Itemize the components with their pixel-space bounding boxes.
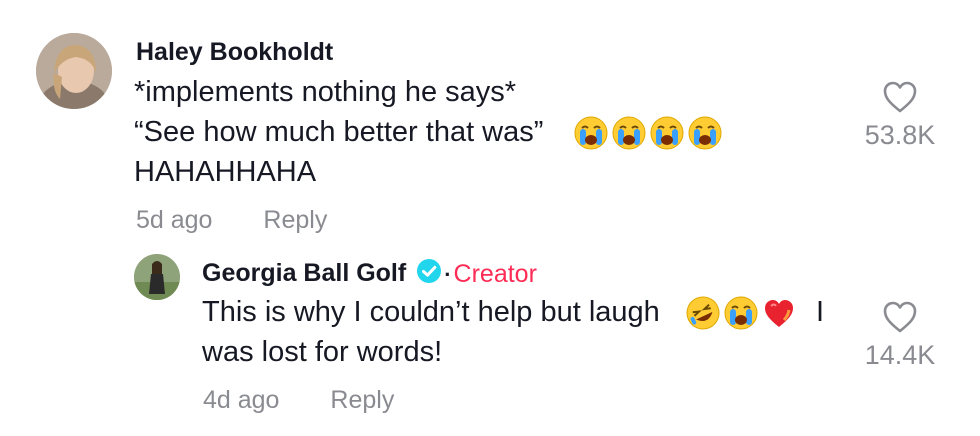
like-count: 14.4K	[864, 340, 936, 370]
reply-timestamp: 4d ago	[203, 386, 280, 414]
like-button[interactable]: 53.8K	[845, 80, 955, 151]
loudly-crying-face-icon	[724, 296, 758, 330]
avatar[interactable]	[134, 254, 180, 300]
comment-item: Haley Bookholdt *implements nothing he s…	[0, 0, 980, 250]
comment-text-line: HAHAHHAHA	[134, 156, 317, 188]
loudly-crying-face-icon	[612, 116, 646, 150]
avatar-image	[134, 254, 180, 300]
reply-text: This is why I couldn’t help but laugh I …	[202, 292, 824, 372]
reply-button[interactable]: Reply	[330, 386, 394, 414]
separator-dot: ·	[444, 261, 452, 287]
like-count: 53.8K	[864, 120, 936, 150]
reply-button[interactable]: Reply	[263, 206, 327, 234]
comment-text-line: “See how much better that was”	[134, 112, 726, 152]
comment-text-span: “See how much better that was”	[134, 116, 544, 148]
reply-username-row: Georgia Ball Golf ·Creator	[202, 258, 537, 291]
heart-outline-icon[interactable]	[882, 80, 918, 114]
loudly-crying-face-icon	[574, 116, 608, 150]
loudly-crying-face-icon	[650, 116, 684, 150]
reply-text-line: was lost for words!	[202, 336, 443, 368]
reply-text-span: This is why I couldn’t help but laugh	[202, 296, 660, 328]
creator-badge: Creator	[453, 260, 537, 288]
comment-text: *implements nothing he says* “See how mu…	[134, 72, 726, 192]
reply-meta: 4d ago Reply	[203, 386, 394, 415]
reply-comment-item: Georgia Ball Golf ·Creator This is why I …	[0, 250, 980, 436]
verified-badge-icon	[416, 258, 442, 291]
avatar[interactable]	[36, 33, 112, 109]
loudly-crying-face-icon	[688, 116, 722, 150]
reply-username[interactable]: Georgia Ball Golf	[202, 259, 406, 287]
avatar-image	[36, 33, 112, 109]
comment-meta: 5d ago Reply	[136, 206, 327, 235]
like-button[interactable]: 14.4K	[845, 300, 955, 371]
comment-timestamp: 5d ago	[136, 206, 213, 234]
heart-outline-icon[interactable]	[882, 300, 918, 334]
heart-on-fire-icon	[762, 296, 796, 330]
reply-text-line: This is why I couldn’t help but laugh I	[202, 292, 824, 332]
reply-text-span: I	[816, 296, 825, 328]
comment-text-line: *implements nothing he says*	[134, 76, 517, 108]
comment-username[interactable]: Haley Bookholdt	[136, 38, 333, 67]
rolling-on-floor-laughing-icon	[686, 296, 720, 330]
